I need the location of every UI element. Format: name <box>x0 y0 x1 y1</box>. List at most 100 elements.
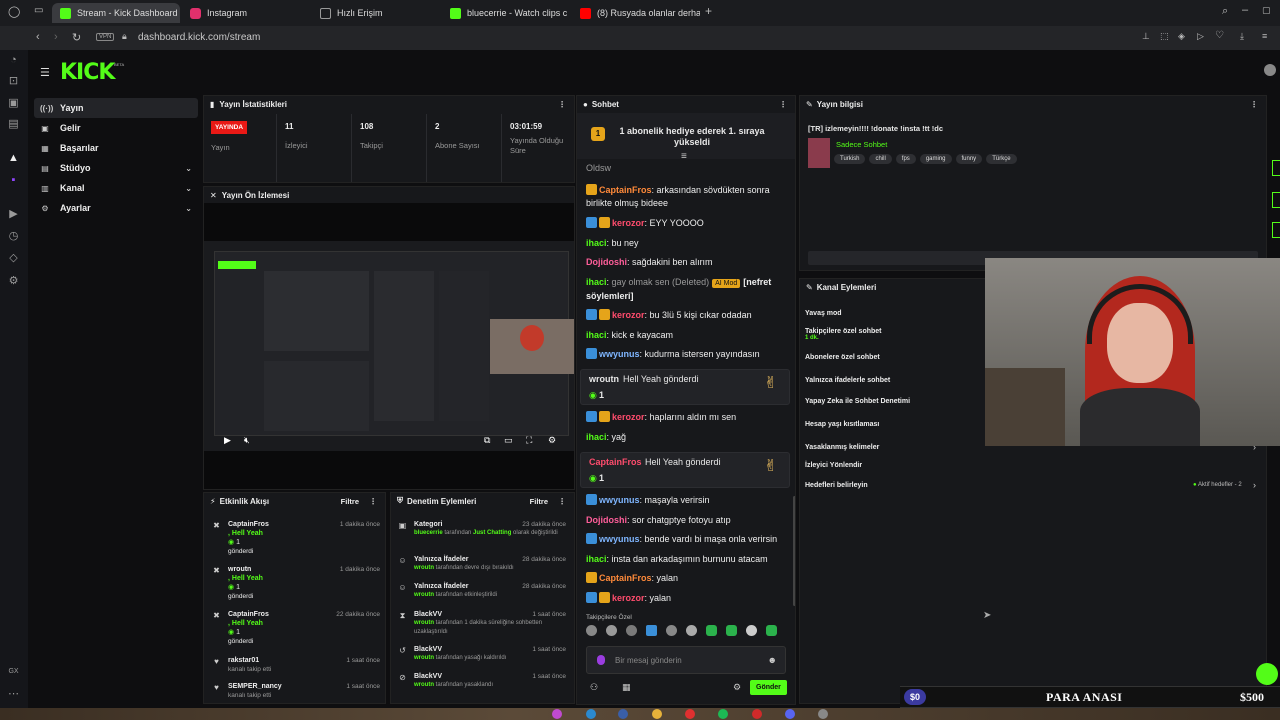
heart-icon[interactable]: ♡ <box>1215 30 1224 41</box>
chat-username[interactable]: kerozor <box>612 218 645 228</box>
moderation-actor[interactable]: wroutn <box>414 620 434 626</box>
side-tab[interactable] <box>1272 160 1280 176</box>
tab-instagram[interactable]: Instagram <box>182 3 307 23</box>
emote-picker-icon[interactable] <box>597 655 605 665</box>
chat-scrollbar[interactable] <box>793 496 795 606</box>
lock-icon[interactable]: 🔒︎ <box>122 31 127 42</box>
speed-dial-icon[interactable]: ◔ <box>7 54 20 67</box>
tab-youtube[interactable]: (8) Rusyada olanlar derha <box>572 3 700 23</box>
opera-logo-icon[interactable]: ◯ <box>8 5 20 18</box>
tag[interactable]: gaming <box>919 154 952 164</box>
moderation-actor[interactable]: wroutn <box>414 565 434 571</box>
chat-username[interactable]: kerozor <box>612 310 645 320</box>
chat-username[interactable]: wwyunus <box>599 534 640 544</box>
sidebar-item-revenue[interactable]: ▣ Gelir <box>34 118 198 138</box>
more-options-icon[interactable]: ⋮ <box>779 100 787 109</box>
tag[interactable]: fps <box>895 154 916 164</box>
chat-username[interactable]: Dojidoshi <box>586 257 627 267</box>
new-tab-icon[interactable]: + <box>705 4 712 18</box>
more-options-icon[interactable]: ⋮ <box>558 100 566 109</box>
taskbar-opera-icon[interactable] <box>752 709 762 719</box>
channel-action-item[interactable]: Abonelere özel sohbet <box>805 354 880 361</box>
emote-icon[interactable] <box>626 625 637 636</box>
taskbar-pinterest-icon[interactable] <box>685 709 695 719</box>
emote-icon[interactable] <box>746 625 757 636</box>
taskbar-spotify-icon[interactable] <box>718 709 728 719</box>
filter-button[interactable]: Filtre <box>530 497 548 506</box>
chevron-right-icon[interactable]: › <box>1253 480 1256 490</box>
channel-action-item[interactable]: Yapay Zeka ile Sohbet Denetimi <box>805 398 910 405</box>
chat-username[interactable]: ihaci <box>586 238 607 248</box>
emote-icon[interactable] <box>646 625 657 636</box>
fullscreen-icon[interactable]: ⛶ <box>526 435 532 446</box>
taskbar-folder-icon[interactable] <box>652 709 662 719</box>
settings-gear-icon[interactable]: ⚙ <box>548 435 556 446</box>
taskbar-app-icon[interactable] <box>552 709 562 719</box>
send-button[interactable]: Gönder <box>750 680 787 695</box>
avatar[interactable] <box>1264 64 1276 76</box>
chat-username[interactable]: ihaci <box>586 277 607 287</box>
sidebar-item-studio[interactable]: ▤ Stüdyo ⌄ <box>34 158 198 178</box>
taskbar-app-icon[interactable] <box>818 709 828 719</box>
sidebar-item-achievements[interactable]: ▦ Başarılar <box>34 138 198 158</box>
more-options-icon[interactable]: ⋮ <box>558 497 566 506</box>
chat-settings-icon[interactable]: ⚙ <box>733 682 741 693</box>
category-thumbnail[interactable] <box>808 138 830 168</box>
play-icon[interactable]: ▷ <box>1197 31 1204 42</box>
forward-icon[interactable]: › <box>54 31 58 43</box>
emoji-icon[interactable]: ☻ <box>768 655 777 665</box>
channel-action-item[interactable]: Yalnızca ifadelerle sohbet <box>805 377 890 384</box>
moderation-actor[interactable]: wroutn <box>414 682 434 688</box>
gx-icon[interactable]: GX <box>7 665 20 678</box>
kick-app-icon[interactable]: ▲ <box>7 152 20 165</box>
active-goals-label[interactable]: ● Aktif hedefler - 2 <box>1193 482 1242 488</box>
sidebar-item-settings[interactable]: ⚙ Ayarlar ⌄ <box>34 198 198 218</box>
tab-menu-icon[interactable]: ▭ <box>34 5 43 16</box>
taskbar-discord-icon[interactable] <box>785 709 795 719</box>
mods-icon[interactable]: ⚇ <box>590 682 598 693</box>
history-icon[interactable]: ◷ <box>7 230 20 243</box>
snapshot-icon[interactable]: ⬚ <box>1160 31 1169 42</box>
tag[interactable]: Türkçe <box>986 154 1017 164</box>
channel-action-item[interactable]: Yavaş mod <box>805 310 842 317</box>
emote-icon[interactable] <box>726 625 737 636</box>
search-icon[interactable]: ⌕ <box>1222 5 1228 18</box>
tag[interactable]: funny <box>955 154 983 164</box>
news-icon[interactable]: ▤ <box>7 118 20 131</box>
moderation-actor[interactable]: wroutn <box>414 592 434 598</box>
vpn-badge[interactable]: VPN <box>96 33 115 41</box>
video-player[interactable] <box>204 241 574 451</box>
emote-icon[interactable] <box>686 625 697 636</box>
tab-quick-access[interactable]: Hızlı Erişim <box>312 3 437 23</box>
chat-input[interactable]: Bir mesaj gönderin ☻ <box>586 646 786 674</box>
channel-action-item[interactable]: Hesap yaşı kısıtlaması <box>805 421 879 428</box>
chat-username[interactable]: kerozor <box>612 412 645 422</box>
menu-icon[interactable]: ≡ <box>1262 31 1267 41</box>
moderation-actor[interactable]: wroutn <box>414 655 434 661</box>
minimize-icon[interactable]: – <box>1242 4 1248 16</box>
download-icon[interactable]: ⤓ <box>1240 31 1244 42</box>
emote-icon[interactable] <box>606 625 617 636</box>
theater-icon[interactable]: ▭ <box>504 435 513 446</box>
emote-icon[interactable] <box>586 625 597 636</box>
channel-action-item[interactable]: Takipçilere özel sohbet 1 dk. <box>805 328 882 341</box>
reload-icon[interactable]: ↻ <box>72 31 81 44</box>
emote-icon[interactable] <box>706 625 717 636</box>
support-chat-icon[interactable] <box>1256 663 1278 685</box>
emote-icon[interactable] <box>666 625 677 636</box>
shield-icon[interactable]: ◈ <box>1178 31 1185 42</box>
maximize-icon[interactable]: ▢ <box>1262 5 1271 16</box>
chat-username[interactable]: kerozor <box>612 593 645 603</box>
expand-icon[interactable]: ≡ <box>681 151 687 162</box>
kick-logo[interactable]: KICK <box>60 60 115 85</box>
chat-username[interactable]: ihaci <box>586 330 607 340</box>
side-tab[interactable] <box>1272 222 1280 238</box>
play-button-icon[interactable]: ▶ <box>224 435 231 446</box>
chat-username[interactable]: wwyunus <box>599 349 640 359</box>
channel-action-item[interactable]: Yasaklanmış kelimeler <box>805 444 879 451</box>
url-field[interactable]: dashboard.kick.com/stream <box>138 32 260 43</box>
taskbar-app-icon[interactable] <box>618 709 628 719</box>
tag[interactable]: chill <box>869 154 892 164</box>
calendar-icon[interactable]: ▦ <box>622 682 631 693</box>
twitch-icon[interactable]: ▪ <box>7 174 20 187</box>
